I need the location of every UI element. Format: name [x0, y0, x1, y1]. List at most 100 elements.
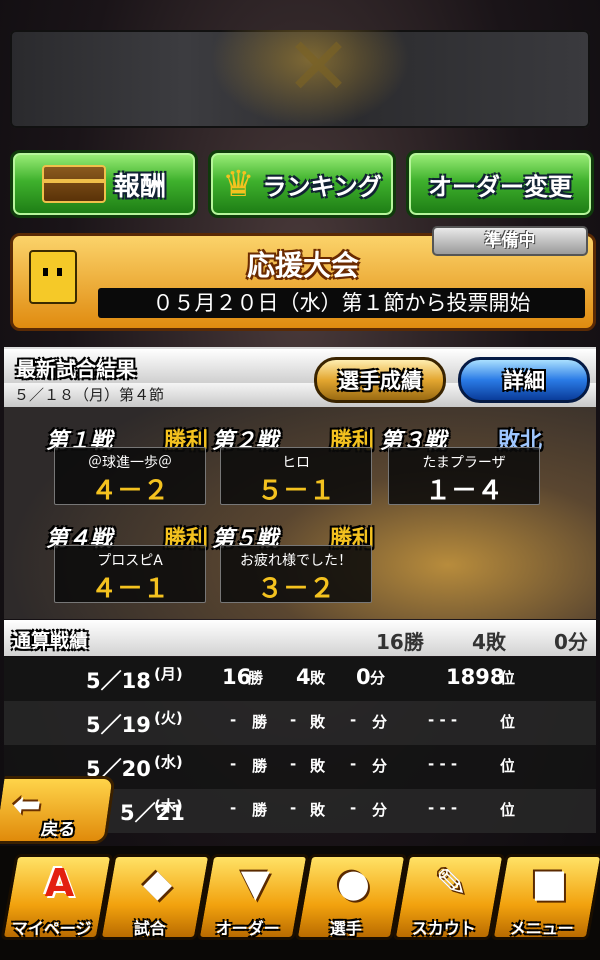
back-label: 戻る [39, 820, 77, 840]
game-score: ５－１ [256, 476, 335, 506]
total-wins: 16勝 [376, 630, 424, 654]
row-rank: 1898 [446, 665, 505, 689]
bottom-nav: A マイページ ◆ 試合 ▼ オーダー ● 選手 ✎ スカウト ■ メニュー [0, 846, 600, 960]
nav-mypage[interactable]: A マイページ [0, 854, 114, 940]
game-score: ４－２ [90, 476, 169, 506]
row-wins: 16 [222, 665, 252, 689]
overall-record-header: 通算戦績 16勝 4敗 0分 [4, 620, 596, 656]
row-wins-unit: 勝 [252, 713, 268, 731]
row-wins-unit: 勝 [248, 669, 264, 687]
ranking-button[interactable]: ♛ ランキング [208, 150, 396, 218]
row-day: (火) [154, 709, 183, 727]
player-stats-button[interactable]: 選手成績 [314, 357, 446, 403]
row-day: (木) [154, 797, 183, 815]
row-wins: - [230, 711, 237, 729]
row-date: 5／19 [86, 713, 151, 737]
player-stats-label: 選手成績 [338, 369, 422, 393]
row-draws: - [350, 799, 357, 817]
game-score: １－４ [424, 476, 503, 506]
player-icon: ● [336, 861, 371, 905]
row-losses: - [290, 711, 297, 729]
nav-order[interactable]: ▼ オーダー [196, 854, 310, 940]
order-change-button[interactable]: オーダー変更 [406, 150, 594, 218]
row-rank-unit: 位 [500, 757, 516, 775]
row-draws-unit: 分 [372, 757, 388, 775]
row-draws-unit: 分 [372, 801, 388, 819]
latest-results-panel: 最新試合結果 ５／１８（月）第４節 選手成績 詳細 第１戦 勝利 ＠球進一歩＠ … [4, 347, 596, 619]
order-diamond-icon: ▼ [240, 861, 271, 905]
game-score: ４－１ [90, 574, 169, 604]
table-row: 5／19 (火) - 勝 - 敗 - 分 - - - 位 [4, 701, 596, 745]
nav-menu[interactable]: ■ メニュー [490, 854, 600, 940]
detail-label: 詳細 [503, 369, 545, 393]
overall-record-title: 通算戦績 [12, 630, 89, 652]
row-day: (月) [154, 665, 183, 683]
nav-label: オーダー [215, 919, 280, 938]
row-draws: - [350, 711, 357, 729]
row-losses: - [290, 799, 297, 817]
back-arrow-icon: ⬅ [9, 785, 45, 825]
crown-icon: ♛ [222, 163, 255, 205]
results-title: 最新試合結果 [16, 357, 136, 381]
event-schedule-text: ０５月２０日（水）第１節から投票開始 [98, 288, 585, 318]
game-opponent: プロスピA [97, 553, 163, 569]
ranking-label: ランキング [262, 172, 382, 201]
row-wins: - [230, 755, 237, 773]
row-wins-unit: 勝 [252, 757, 268, 775]
row-rank: - - - [428, 711, 458, 729]
row-draws-unit: 分 [372, 713, 388, 731]
row-losses: - [290, 755, 297, 773]
row-wins-unit: 勝 [252, 801, 268, 819]
reward-button[interactable]: 報酬 [10, 150, 198, 218]
baseball-field-icon: ◆ [142, 861, 173, 905]
nav-players[interactable]: ● 選手 [294, 854, 408, 940]
game-box: プロスピA ４－１ [54, 545, 206, 604]
row-rank: - - - [428, 755, 458, 773]
table-row: 5／18 (月) 16 勝 4 敗 0 分 1898 位 [4, 657, 596, 701]
row-losses-unit: 敗 [310, 801, 326, 819]
detail-button[interactable]: 詳細 [458, 357, 590, 403]
row-rank-unit: 位 [500, 669, 516, 687]
nav-label: スカウト [411, 919, 476, 938]
nav-match[interactable]: ◆ 試合 [98, 854, 212, 940]
row-draws: 0 [356, 665, 371, 689]
row-wins: - [230, 799, 237, 817]
row-rank-unit: 位 [500, 713, 516, 731]
scout-pen-icon: ✎ [435, 861, 468, 905]
order-change-label: オーダー変更 [428, 172, 572, 201]
game-box: ヒロ ５－１ [220, 447, 372, 506]
total-draws: 0分 [554, 630, 588, 654]
back-button[interactable]: ⬅ 戻る [0, 776, 116, 844]
game-box: たまプラーザ １－４ [388, 447, 540, 506]
game-box: お疲れ様でした！ ３－２ [220, 545, 372, 604]
row-losses-unit: 敗 [310, 713, 326, 731]
nav-scout[interactable]: ✎ スカウト [392, 854, 506, 940]
row-draws-unit: 分 [370, 669, 386, 687]
row-losses-unit: 敗 [310, 669, 326, 687]
game-score: ３－２ [256, 574, 335, 604]
game-opponent: たまプラーザ [422, 455, 506, 471]
row-date: 5／18 [86, 669, 151, 693]
game-box: ＠球進一歩＠ ４－２ [54, 447, 206, 506]
treasure-chest-icon [41, 165, 106, 203]
menu-mascot-icon: ■ [531, 861, 568, 905]
nav-label: メニュー [509, 919, 574, 938]
game-opponent: お疲れ様でした！ [240, 553, 352, 569]
team-emblem-icon: ✕ [210, 30, 410, 128]
status-badge: 準備中 [432, 226, 588, 256]
total-losses: 4敗 [472, 630, 506, 654]
row-rank-unit: 位 [500, 801, 516, 819]
row-rank: - - - [428, 799, 458, 817]
reward-label: 報酬 [113, 171, 166, 202]
nav-label: 試合 [133, 919, 166, 938]
row-losses-unit: 敗 [310, 757, 326, 775]
game-opponent: ヒロ [282, 455, 310, 471]
game-opponent: ＠球進一歩＠ [88, 455, 172, 471]
nav-label: 選手 [329, 919, 362, 938]
mypage-icon: A [44, 861, 75, 905]
row-draws: - [350, 755, 357, 773]
row-day: (水) [154, 753, 183, 771]
nav-label: マイページ [11, 919, 92, 938]
header-banner: ✕ [10, 30, 590, 128]
row-losses: 4 [296, 665, 311, 689]
